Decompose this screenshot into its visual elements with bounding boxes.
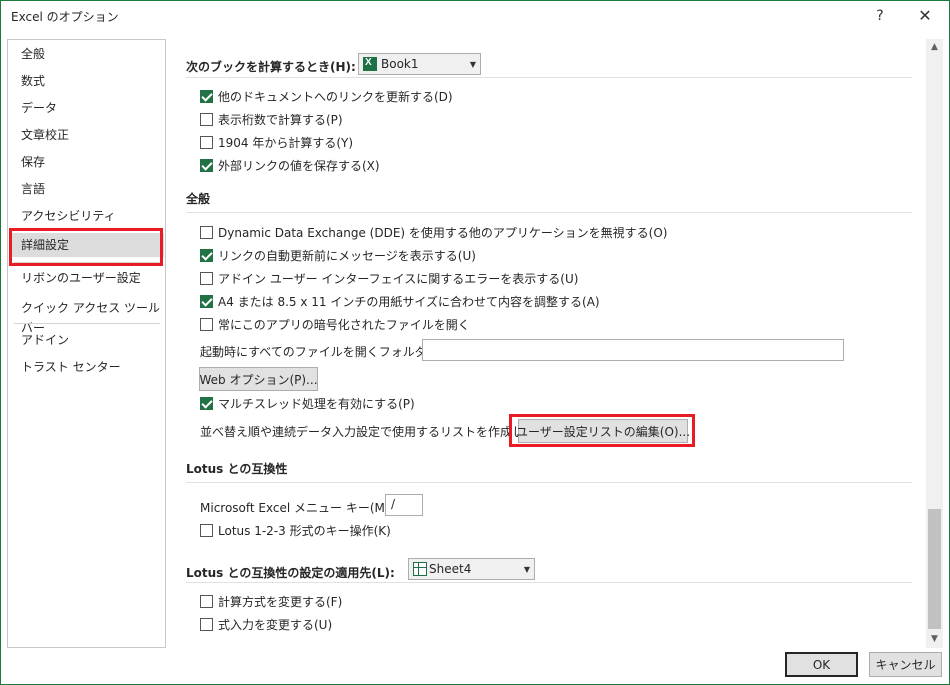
- sheet-dropdown-value: Sheet4: [429, 562, 472, 576]
- option-label: 1904 年から計算する(Y): [218, 135, 354, 150]
- checkbox[interactable]: [200, 617, 213, 631]
- option-label: アドイン ユーザー インターフェイスに関するエラーを表示する(U): [218, 271, 579, 286]
- options-sidebar: 全般 数式 データ 文章校正 保存 言語 アクセシビリティ 詳細設定 リボンのユ…: [7, 39, 166, 648]
- sheet-dropdown[interactable]: Sheet4 ▼: [408, 558, 535, 580]
- option-label: Dynamic Data Exchange (DDE) を使用する他のアプリケー…: [218, 225, 668, 240]
- checkbox[interactable]: [200, 523, 213, 537]
- option-scale-paper-size[interactable]: A4 または 8.5 x 11 インチの用紙サイズに合わせて内容を調整する(A): [200, 292, 600, 310]
- section-divider: [186, 582, 912, 583]
- workbook-dropdown-value: Book1: [381, 57, 419, 71]
- sidebar-separator: [14, 323, 160, 324]
- checkbox[interactable]: [200, 248, 213, 262]
- help-button[interactable]: ?: [866, 4, 894, 28]
- option-label: 式入力を変更する(U): [218, 617, 333, 632]
- ok-button[interactable]: OK: [785, 652, 858, 677]
- option-label: A4 または 8.5 x 11 インチの用紙サイズに合わせて内容を調整する(A): [218, 294, 600, 309]
- checkbox[interactable]: [200, 89, 213, 103]
- lotus-apply-section-title: Lotus との互換性の設定の適用先(L):: [186, 566, 395, 580]
- checkbox[interactable]: [200, 271, 213, 285]
- option-lotus-navigation-keys[interactable]: Lotus 1-2-3 形式のキー操作(K): [200, 521, 391, 539]
- option-open-encrypted-files[interactable]: 常にこのアプリの暗号化されたファイルを開く: [200, 315, 470, 333]
- checkbox[interactable]: [200, 158, 213, 172]
- checkbox[interactable]: [200, 294, 213, 308]
- sidebar-item-formulas[interactable]: 数式: [9, 71, 164, 91]
- title-bar: Excel のオプション ? ✕: [0, 0, 950, 32]
- checkbox[interactable]: [200, 225, 213, 239]
- sheet-icon: [413, 562, 427, 576]
- excel-workbook-icon: [363, 57, 377, 71]
- option-precision-as-displayed[interactable]: 表示桁数で計算する(P): [200, 110, 343, 128]
- custom-list-label: 並べ替え順や連続データ入力設定で使用するリストを作成します:: [200, 425, 553, 439]
- option-save-external-link-values[interactable]: 外部リンクの値を保存する(X): [200, 156, 380, 174]
- web-options-button[interactable]: Web オプション(P)...: [199, 367, 318, 391]
- checkbox[interactable]: [200, 317, 213, 331]
- startup-folder-input[interactable]: [422, 339, 844, 361]
- edit-custom-lists-button[interactable]: ユーザー設定リストの編集(O)...: [516, 419, 690, 443]
- option-label: Lotus 1-2-3 形式のキー操作(K): [218, 523, 391, 538]
- window-title: Excel のオプション: [11, 10, 119, 24]
- chevron-down-icon: ▼: [523, 564, 531, 574]
- close-button[interactable]: ✕: [908, 4, 942, 28]
- sidebar-item-accessibility[interactable]: アクセシビリティ: [9, 206, 164, 226]
- checkbox[interactable]: [200, 396, 213, 410]
- option-label: 表示桁数で計算する(P): [218, 112, 343, 127]
- option-transition-formula-entry[interactable]: 式入力を変更する(U): [200, 615, 332, 633]
- chevron-down-icon[interactable]: ▼: [926, 631, 943, 648]
- checkbox[interactable]: [200, 112, 213, 126]
- option-label: 常にこのアプリの暗号化されたファイルを開く: [218, 317, 470, 332]
- menu-key-label: Microsoft Excel メニュー キー(M):: [200, 501, 394, 515]
- sidebar-item-addins[interactable]: アドイン: [9, 330, 164, 350]
- workbook-dropdown[interactable]: Book1 ▼: [358, 53, 481, 75]
- menu-key-input[interactable]: /: [385, 494, 423, 516]
- sidebar-item-general[interactable]: 全般: [9, 44, 164, 64]
- general-section-title: 全般: [186, 192, 211, 206]
- option-ignore-dde[interactable]: Dynamic Data Exchange (DDE) を使用する他のアプリケー…: [200, 223, 667, 241]
- section-divider: [186, 77, 912, 78]
- cancel-button[interactable]: キャンセル: [869, 652, 942, 677]
- sidebar-item-save[interactable]: 保存: [9, 152, 164, 172]
- option-transition-formula-evaluation[interactable]: 計算方式を変更する(F): [200, 592, 342, 610]
- option-label: 他のドキュメントへのリンクを更新する(D): [218, 89, 453, 104]
- sidebar-item-trust-center[interactable]: トラスト センター: [9, 357, 164, 377]
- option-label: 計算方式を変更する(F): [218, 594, 343, 609]
- chevron-up-icon[interactable]: ▲: [926, 39, 943, 56]
- calc-section-title: 次のブックを計算するとき(H):: [186, 60, 356, 74]
- section-divider: [186, 482, 912, 483]
- vertical-scrollbar[interactable]: ▲ ▼: [926, 39, 943, 648]
- checkbox[interactable]: [200, 594, 213, 608]
- option-1904-date-system[interactable]: 1904 年から計算する(Y): [200, 133, 353, 151]
- chevron-down-icon: ▼: [469, 59, 477, 69]
- sidebar-item-language[interactable]: 言語: [9, 179, 164, 199]
- checkbox[interactable]: [200, 135, 213, 149]
- option-label: マルチスレッド処理を有効にする(P): [218, 396, 415, 411]
- sidebar-separator: [14, 262, 160, 263]
- sidebar-item-data[interactable]: データ: [9, 98, 164, 118]
- lotus-section-title: Lotus との互換性: [186, 462, 288, 476]
- option-ask-update-links[interactable]: リンクの自動更新前にメッセージを表示する(U): [200, 246, 476, 264]
- option-show-addin-errors[interactable]: アドイン ユーザー インターフェイスに関するエラーを表示する(U): [200, 269, 578, 287]
- sidebar-item-advanced[interactable]: 詳細設定: [9, 233, 164, 257]
- sidebar-item-proofing[interactable]: 文章校正: [9, 125, 164, 145]
- startup-folder-label: 起動時にすべてのファイルを開くフォルダー(L):: [200, 345, 459, 359]
- option-update-links[interactable]: 他のドキュメントへのリンクを更新する(D): [200, 87, 453, 105]
- scrollbar-thumb[interactable]: [928, 509, 941, 629]
- option-label: リンクの自動更新前にメッセージを表示する(U): [218, 248, 476, 263]
- option-label: 外部リンクの値を保存する(X): [218, 158, 380, 173]
- advanced-options-panel: 次のブックを計算するとき(H): Book1 ▼ 他のドキュメントへのリンクを更…: [174, 39, 924, 648]
- option-multithreading[interactable]: マルチスレッド処理を有効にする(P): [200, 394, 415, 412]
- section-divider: [186, 212, 912, 213]
- sidebar-item-customize-ribbon[interactable]: リボンのユーザー設定: [9, 268, 164, 288]
